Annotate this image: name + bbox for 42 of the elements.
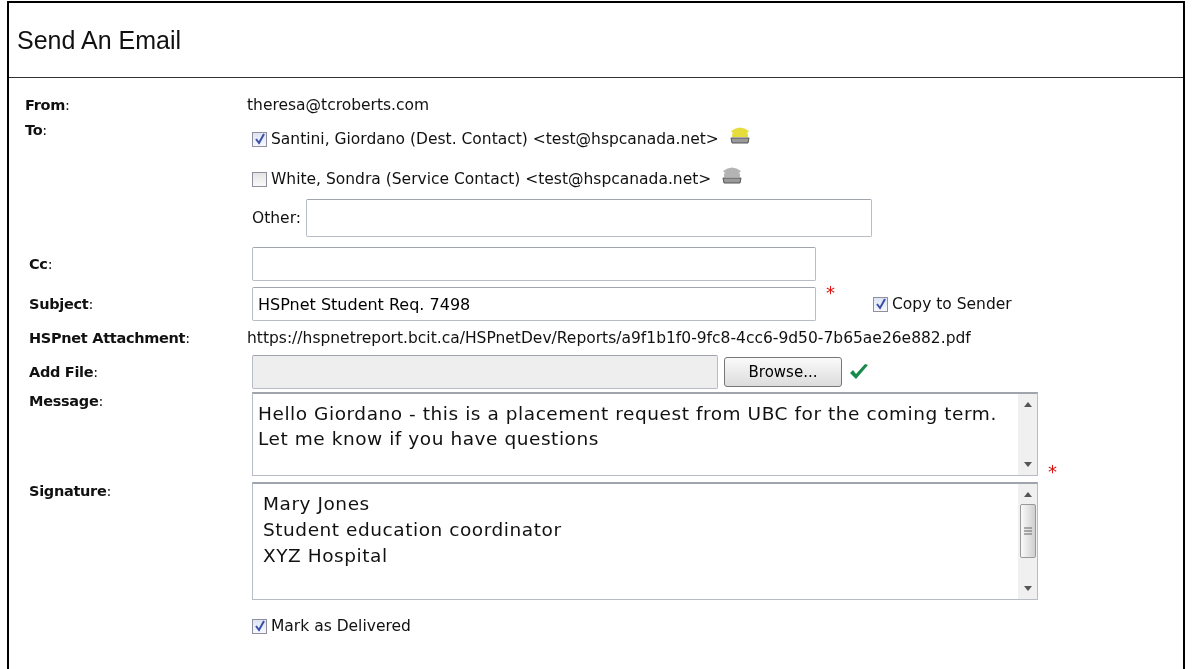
field-label: From: — [25, 97, 70, 113]
grip-icon — [1022, 526, 1033, 536]
field-value: theresa@tcroberts.com — [247, 96, 430, 114]
checkbox-label: Copy to Sender — [892, 295, 1012, 313]
input-field[interactable] — [305, 199, 872, 237]
text-area[interactable]: Hello Giordano - this is a placement request from UBC for the coming term. Let me know if you have questions — [252, 392, 1038, 476]
checkbox[interactable] — [873, 296, 888, 312]
scroll-down-icon — [1022, 585, 1033, 593]
scrollbar[interactable] — [1018, 394, 1037, 475]
scroll-up-icon — [1022, 400, 1033, 408]
required-mark: * — [826, 282, 835, 303]
checkbox-label: Mark as Delivered — [271, 617, 411, 635]
scroll-thumb[interactable] — [1019, 504, 1036, 558]
field-label: HSPnet Attachment: — [29, 330, 190, 346]
field-value: https://hspnetreport.bcit.ca/HSPnetDev/Reports/a9f1b1f0-9fc8-4cc6-9d50-7b65ae26e882.pdf — [247, 329, 971, 347]
scrollbar[interactable] — [1018, 484, 1037, 599]
checkmark-icon — [253, 133, 266, 145]
input-field[interactable]: HSPnet Student Req. 7498 — [252, 287, 816, 321]
text-area-content: Mary Jones Student education coordinator XYZ Hospital — [262, 492, 563, 568]
text-area-content: Hello Giordano - this is a placement request from UBC for the coming term. Let me know if you have questions — [257, 402, 998, 451]
field-label: Other: — [252, 209, 301, 227]
input-field[interactable] — [252, 247, 816, 281]
scroll-down-icon — [1022, 461, 1033, 469]
browse-button[interactable]: Browse... — [724, 357, 842, 387]
file-path-field[interactable] — [252, 355, 718, 389]
required-mark: * — [1048, 461, 1057, 482]
checkbox[interactable] — [252, 618, 267, 634]
field-label: Message: — [29, 393, 104, 409]
page-title: Send An Email — [17, 25, 181, 55]
field-label: Subject: — [29, 296, 93, 312]
checkbox[interactable] — [252, 171, 267, 187]
field-label: Signature: — [29, 483, 112, 499]
recipient-label: White, Sondra (Service Contact) <test@hspcanada.net> — [271, 170, 712, 188]
text-area[interactable]: Mary Jones Student education coordinator XYZ Hospital — [252, 482, 1038, 600]
field-label: Add File: — [29, 364, 98, 380]
field-label: To: — [25, 122, 47, 138]
scroll-up-icon — [1022, 490, 1033, 498]
checkbox[interactable] — [252, 131, 267, 147]
field-label: Cc: — [29, 256, 53, 272]
checkmark-icon — [253, 620, 266, 632]
recipient-label: Santini, Giordano (Dest. Contact) <test@hspcanada.net> — [271, 130, 719, 148]
checkmark-icon — [874, 298, 887, 310]
